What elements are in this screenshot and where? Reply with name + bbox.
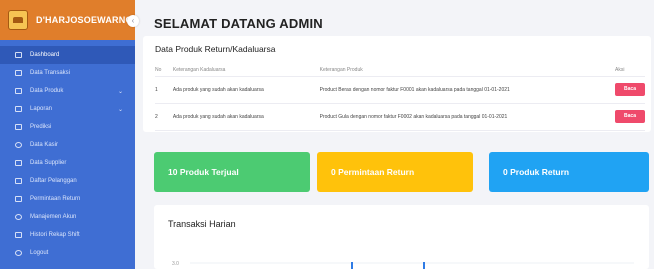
prediction-icon [15,124,22,130]
supplier-icon [15,160,22,166]
column-header-produk: Keterangan Produk [319,64,615,77]
sidebar-item-data-produk[interactable]: Data Produk ⌄ [0,82,135,100]
sidebar-item-data-supplier[interactable]: Data Supplier [0,154,135,172]
sidebar-item-label: Data Kasir [30,142,59,148]
logout-icon [15,250,22,256]
brand[interactable]: D'HARJOSOEWARNO [0,0,135,40]
table-row: 2 Ada produk yang sudah akan kadaluarsa … [155,103,645,131]
sidebar-item-label: Permintaan Return [30,196,81,202]
sidebar-item-label: Prediksi [30,124,52,130]
dashboard-icon [15,52,22,58]
sidebar-item-label: Daftar Pelanggan [30,178,77,184]
customer-icon [15,178,22,184]
row-number: 2 [155,103,173,131]
y-tick-label: 3.0 [172,261,179,267]
main-content: SELAMAT DATANG ADMIN Data Produk Return/… [135,0,654,269]
table-header-row: No Keterangan Kadaluarsa Keterangan Prod… [155,64,645,77]
chevron-down-icon: ⌄ [117,107,123,113]
sidebar-item-daftar-pelanggan[interactable]: Daftar Pelanggan [0,172,135,190]
row-produk: Product Beras dengan nomor faktur F0001 … [319,76,615,104]
sidebar-item-logout[interactable]: Logout [0,244,135,262]
sidebar-item-label: Manajemen Akun [30,214,77,220]
sidebar-item-label: Histori Rekap Shift [30,232,80,238]
sidebar-item-data-kasir[interactable]: Data Kasir [0,136,135,154]
row-action: Baca [615,103,645,131]
sidebar-item-label: Logout [30,250,49,256]
sidebar-item-prediksi[interactable]: Prediksi [0,118,135,136]
column-header-no: No [155,64,173,77]
returns-table: No Keterangan Kadaluarsa Keterangan Prod… [155,64,645,131]
report-icon [15,106,22,112]
sidebar-item-data-transaksi[interactable]: Data Transaksi [0,64,135,82]
stat-sold-card[interactable]: 10 Produk Terjual [154,152,310,192]
account-icon [15,214,22,220]
history-icon [15,232,22,238]
sidebar-item-permintaan-return[interactable]: Permintaan Return [0,190,135,208]
read-button[interactable]: Baca [615,83,645,96]
row-produk: Product Gula dengan nomor faktur F0002 a… [319,103,615,131]
sidebar-item-dashboard[interactable]: Dashboard [0,46,135,64]
return-icon [15,196,22,202]
sidebar-item-label: Data Transaksi [30,70,71,76]
row-keterangan: Ada produk yang sudah akan kadaluarsa [172,76,320,104]
page-title: SELAMAT DATANG ADMIN [154,16,323,31]
transaction-icon [15,70,22,76]
sidebar-menu: Dashboard Data Transaksi Data Produk ⌄ Lapor… [0,46,135,262]
daily-transactions-card: Transaksi Harian 3.0 [154,205,649,269]
sidebar: D'HARJOSOEWARNO Dashboard Data Transaksi D… [0,0,135,269]
row-keterangan: Ada produk yang sudah akan kadaluarsa [172,103,320,131]
returns-title: Data Produk Return/Kadaluarsa [155,44,276,54]
chevron-down-icon: ⌄ [117,89,123,95]
brand-name: D'HARJOSOEWARNO [36,15,133,25]
product-icon [15,88,22,94]
cashier-icon [15,142,22,148]
row-number: 1 [155,76,173,104]
read-button[interactable]: Baca [615,110,645,123]
row-action: Baca [615,76,645,104]
returns-card: Data Produk Return/Kadaluarsa No Keteran… [143,36,651,132]
table-row: 1 Ada produk yang sudah akan kadaluarsa … [155,76,645,104]
column-header-aksi: Aksi [615,64,645,77]
sidebar-item-manajemen-akun[interactable]: Manajemen Akun [0,208,135,226]
column-header-keterangan: Keterangan Kadaluarsa [172,64,320,77]
daily-transactions-chart: 3.0 [172,261,634,269]
sidebar-item-laporan[interactable]: Laporan ⌄ [0,100,135,118]
stat-returned-products-card[interactable]: 0 Produk Return [489,152,649,192]
stat-return-requests-card[interactable]: 0 Permintaan Return [317,152,473,192]
sidebar-item-label: Dashboard [30,52,60,58]
sidebar-item-histori-rekap-shift[interactable]: Histori Rekap Shift [0,226,135,244]
sidebar-item-label: Data Produk [30,88,64,94]
sidebar-item-label: Laporan [30,106,53,112]
brand-logo-icon [8,10,28,30]
sidebar-item-label: Data Supplier [30,160,67,166]
